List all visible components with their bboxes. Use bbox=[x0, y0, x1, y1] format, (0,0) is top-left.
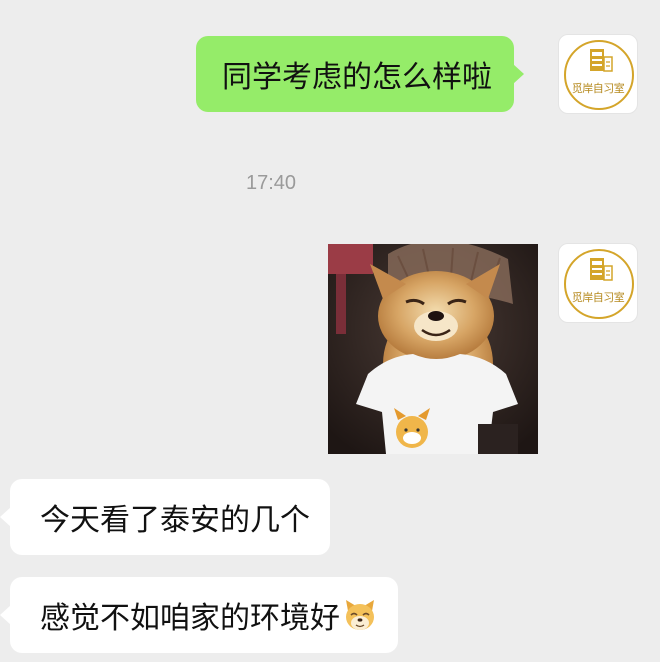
avatar-label: 觅岸自习室 bbox=[571, 82, 625, 95]
message-text: 同学考虑的怎么样啦 bbox=[222, 60, 492, 95]
outgoing-message-bubble[interactable]: 同学考虑的怎么样啦 bbox=[196, 36, 524, 112]
bubble-tail bbox=[0, 507, 11, 527]
avatar-label: 觅岸自习室 bbox=[571, 291, 625, 304]
study-room-logo-icon bbox=[564, 40, 634, 110]
bubble-tail bbox=[0, 605, 11, 625]
sender-avatar[interactable]: 觅岸自习室 bbox=[558, 243, 638, 323]
incoming-message-bubble[interactable]: 今天看了泰安的几个 bbox=[0, 479, 330, 555]
dog-sticker-image[interactable] bbox=[328, 244, 538, 454]
shiba-dog-sticker bbox=[328, 244, 538, 454]
message-text: 感觉不如咱家的环境好 bbox=[40, 601, 340, 636]
sender-avatar[interactable]: 觅岸自习室 bbox=[558, 34, 638, 114]
message-text: 今天看了泰安的几个 bbox=[40, 503, 310, 538]
doge-emoji-icon bbox=[342, 597, 378, 633]
study-room-logo-icon bbox=[564, 249, 634, 319]
incoming-message-bubble[interactable]: 感觉不如咱家的环境好 bbox=[0, 577, 398, 653]
bubble-tail bbox=[513, 64, 524, 84]
message-timestamp: 17:40 bbox=[246, 172, 297, 194]
